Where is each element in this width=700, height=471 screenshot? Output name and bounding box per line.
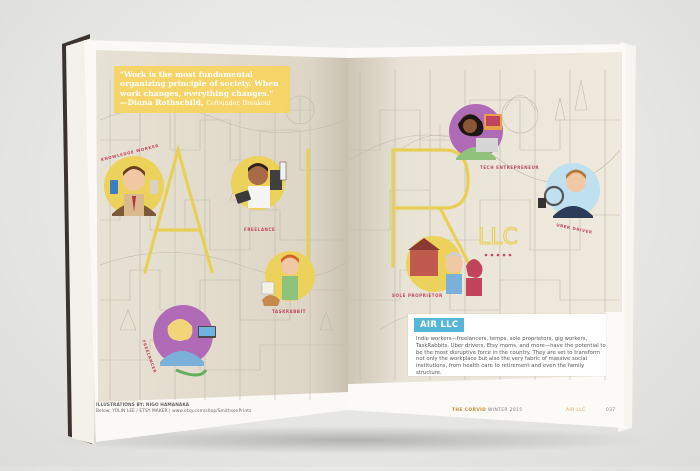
info-box-body: Indie workers—freelancers, temps, sole p… <box>416 336 606 376</box>
magazine-spread: LLC <box>50 34 650 454</box>
character-knowledge-worker <box>104 156 164 216</box>
role-label-tech-entrepreneur: TECH ENTREPRENEUR <box>480 165 540 170</box>
role-label-freelance: FREELANCE <box>244 227 276 232</box>
illustration-credit: ILLUSTRATIONS BY: NIGO HAMANAKA Below: Y… <box>96 403 316 415</box>
footer-section: AIR LLC <box>566 408 586 413</box>
magazine-photo: LLC KNOWLEDGE WORKER FREELANCE TASKRABBI… <box>0 0 700 467</box>
info-box-title: AIR LLC <box>414 318 465 332</box>
pull-quote: "Work is the most fundamental organizing… <box>114 66 290 113</box>
role-label-sole-proprietor: SOLE PROPRIETOR <box>392 293 443 298</box>
footer-magazine-name: THE CORVID <box>452 408 487 413</box>
footer-issue: WINTER 2015 <box>488 408 523 413</box>
llc-letters: LLC <box>478 225 518 250</box>
info-box: AIR LLC Indie workers—freelancers, temps… <box>408 314 606 376</box>
role-label-taskrabbit: TASKRABBIT <box>272 309 306 314</box>
credit-line-2: Below: YOLIN LEE / ETSY MAKER | www.etsy… <box>96 409 252 414</box>
pull-quote-text: "Work is the most fundamental organizing… <box>120 70 279 98</box>
footer-magazine: THE CORVID WINTER 2015 <box>452 408 522 413</box>
pull-quote-attribution: —Diana Rothschild, <box>120 98 204 108</box>
pull-quote-source: Cofounder, Breakout <box>206 100 272 108</box>
footer-page-number: 037 <box>606 408 616 413</box>
